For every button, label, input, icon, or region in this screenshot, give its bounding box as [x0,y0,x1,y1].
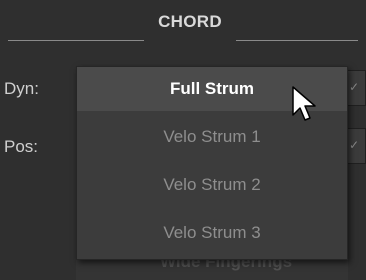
header-rule-left [8,40,144,41]
pos-label: Pos: [4,137,39,156]
section-title: CHORD [158,12,222,31]
chevron-down-icon: ✓ [348,80,359,94]
section-header: CHORD [0,0,366,48]
header-rule-right [236,40,358,41]
menu-item-velo-strum-2[interactable]: Velo Strum 2 [77,163,347,207]
chevron-down-icon: ✓ [348,138,359,152]
chord-panel: CHORD Dyn: Pos: ✓ ✓ Wide Fingerings Full… [0,0,366,280]
menu-item-velo-strum-3[interactable]: Velo Strum 3 [77,211,347,255]
dyn-label: Dyn: [4,79,39,98]
mouse-pointer-icon [292,86,316,121]
